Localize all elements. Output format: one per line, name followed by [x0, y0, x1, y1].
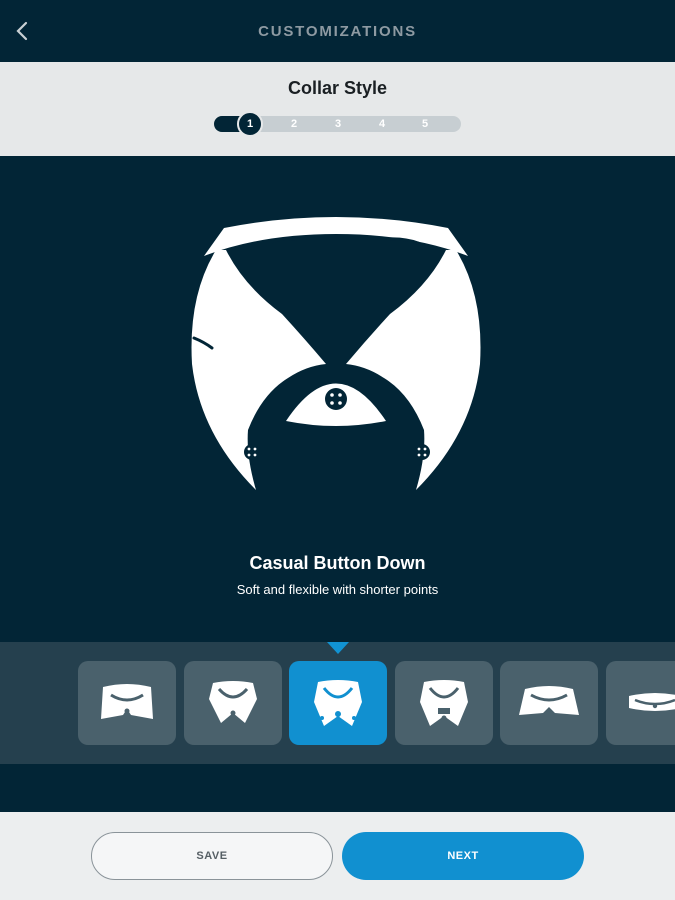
- collar-option-button-down[interactable]: [289, 661, 387, 745]
- step-5[interactable]: 5: [413, 112, 437, 136]
- collar-option-point[interactable]: [184, 661, 282, 745]
- point-collar-icon: [209, 681, 257, 723]
- chevron-left-icon: [16, 21, 28, 41]
- app-header: CUSTOMIZATIONS: [0, 0, 675, 62]
- collar-option-band[interactable]: [606, 661, 675, 745]
- step-4[interactable]: 4: [370, 112, 394, 136]
- selection-pointer-icon: [327, 642, 349, 654]
- action-footer: SAVE NEXT: [0, 812, 675, 900]
- collar-carousel[interactable]: [0, 642, 675, 764]
- wide-spread-collar-icon: [519, 686, 579, 715]
- button-down-collar-icon: [314, 680, 362, 726]
- band-collar-icon: [629, 693, 675, 711]
- spread-collar-icon: [101, 684, 153, 719]
- carousel-spacer: [0, 764, 675, 812]
- step-title: Collar Style: [287, 78, 388, 98]
- style-description: Soft and flexible with shorter points: [236, 582, 439, 597]
- step-1[interactable]: 1: [237, 111, 263, 137]
- style-name: Casual Button Down: [249, 553, 426, 573]
- progress-stepper: 1 2 3 4 5: [214, 111, 461, 137]
- back-button[interactable]: [8, 17, 36, 45]
- button-down-collar-icon: [191, 217, 481, 490]
- collar-option-wide-spread[interactable]: [500, 661, 598, 745]
- next-button[interactable]: NEXT: [342, 832, 584, 880]
- page-title: CUSTOMIZATIONS: [258, 22, 417, 40]
- tab-collar-icon: [420, 680, 468, 726]
- collar-preview: Casual Button Down Soft and flexible wit…: [0, 156, 675, 642]
- step-2[interactable]: 2: [282, 112, 306, 136]
- save-button[interactable]: SAVE: [91, 832, 333, 880]
- collar-option-spread[interactable]: [78, 661, 176, 745]
- step-3[interactable]: 3: [326, 112, 350, 136]
- stepper-panel: Collar Style: [0, 62, 675, 156]
- collar-option-tab[interactable]: [395, 661, 493, 745]
